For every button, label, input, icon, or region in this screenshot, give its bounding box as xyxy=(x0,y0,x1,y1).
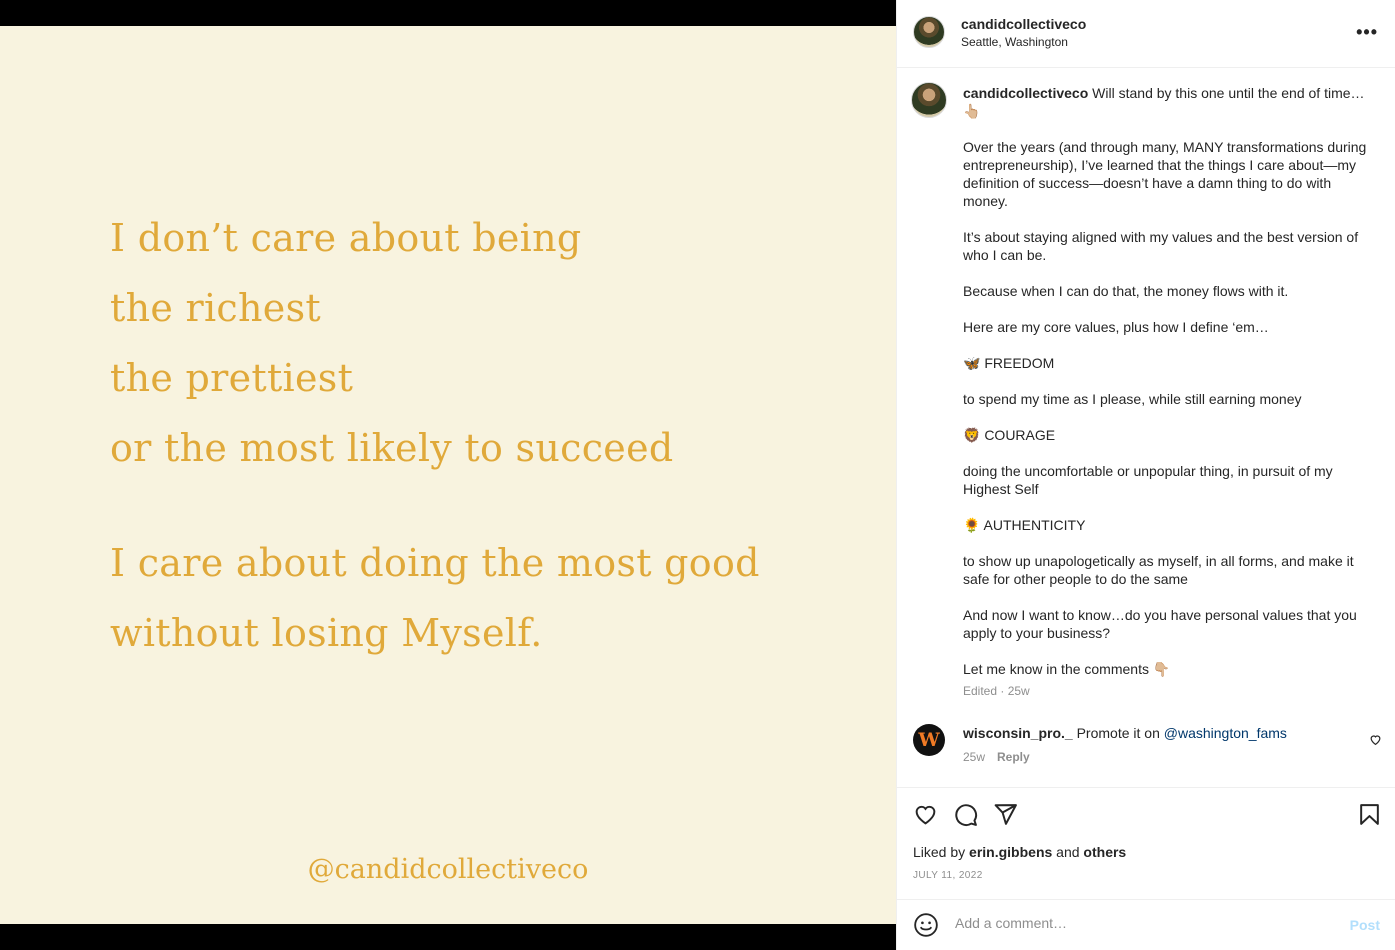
caption-paragraph: to spend my time as I please, while stil… xyxy=(963,391,1302,407)
liked-prefix: Liked by xyxy=(913,844,970,860)
post-image[interactable]: I don’t care about being the richest the… xyxy=(0,26,896,924)
caption-paragraph: And now I want to know…do you have perso… xyxy=(963,607,1357,641)
caption-username[interactable]: candidcollectiveco xyxy=(963,85,1088,101)
comment-mention[interactable]: @washington_fams xyxy=(1164,725,1287,741)
quote-line-5: I care about doing the most good xyxy=(110,541,760,585)
likes-summary: Liked by erin.gibbens and others xyxy=(913,844,1126,860)
quote-line-2: the richest xyxy=(110,286,321,330)
caption-paragraph: Because when I can do that, the money fl… xyxy=(963,283,1289,299)
post-location[interactable]: Seattle, Washington xyxy=(961,35,1068,49)
add-comment-bar: Post xyxy=(897,899,1395,950)
liked-others[interactable]: others xyxy=(1083,844,1126,860)
caption-paragraph: Over the years (and through many, MANY t… xyxy=(963,139,1367,209)
caption-paragraph: to show up unapologetically as myself, i… xyxy=(963,553,1354,587)
image-handle: @candidcollectiveco xyxy=(307,854,589,885)
comment-bubble-icon[interactable] xyxy=(953,802,978,832)
value-courage: 🦁 COURAGE xyxy=(963,427,1056,443)
post-caption: candidcollectiveco Will stand by this on… xyxy=(963,84,1373,700)
caption-meta: Edited · 25w xyxy=(963,684,1030,698)
quote-line-4: or the most likely to succeed xyxy=(110,426,674,470)
post-date[interactable]: JULY 11, 2022 xyxy=(913,870,983,881)
comment-age[interactable]: 25w xyxy=(963,750,985,764)
quote-line-3: the prettiest xyxy=(110,356,354,400)
comment-like-icon[interactable] xyxy=(1369,733,1382,751)
caption-avatar[interactable] xyxy=(911,82,947,118)
post-comment-button[interactable]: Post xyxy=(1350,917,1380,933)
post-actions: Liked by erin.gibbens and others JULY 11… xyxy=(897,787,1395,899)
save-bookmark-icon[interactable] xyxy=(1357,802,1382,832)
comment-input[interactable] xyxy=(953,914,1317,932)
liked-user[interactable]: erin.gibbens xyxy=(969,844,1052,860)
caption-paragraph: It’s about staying aligned with my value… xyxy=(963,229,1359,263)
more-options-icon[interactable]: ••• xyxy=(1356,22,1378,43)
share-plane-icon[interactable] xyxy=(993,802,1018,832)
author-avatar[interactable] xyxy=(913,16,945,48)
commenter-username[interactable]: wisconsin_pro._ xyxy=(963,725,1073,741)
post-media: I don’t care about being the richest the… xyxy=(0,0,896,950)
liked-and: and xyxy=(1052,844,1084,860)
post-header: candidcollectiveco Seattle, Washington •… xyxy=(897,0,1395,68)
caption-paragraph: Let me know in the comments 👇🏼 xyxy=(963,661,1171,677)
author-username[interactable]: candidcollectiveco xyxy=(961,16,1086,32)
post-sidebar: candidcollectiveco Seattle, Washington •… xyxy=(896,0,1395,950)
reply-button[interactable]: Reply xyxy=(997,750,1030,764)
value-authenticity: 🌻 AUTHENTICITY xyxy=(963,517,1086,533)
quote-line-1: I don’t care about being xyxy=(110,216,582,260)
value-freedom: 🦋 FREEDOM xyxy=(963,355,1055,371)
like-heart-icon[interactable] xyxy=(913,802,938,832)
caption-paragraph: Here are my core values, plus how I defi… xyxy=(963,319,1269,335)
comment-text: Promote it on xyxy=(1072,725,1164,741)
commenter-avatar[interactable]: W xyxy=(913,724,945,756)
commenter-avatar-letter: W xyxy=(918,729,940,751)
comment: wisconsin_pro._ Promote it on @washingto… xyxy=(963,724,1363,766)
emoji-icon[interactable] xyxy=(913,912,939,943)
caption-paragraph: doing the uncomfortable or unpopular thi… xyxy=(963,463,1333,497)
quote-line-6: without losing Myself. xyxy=(110,611,543,655)
